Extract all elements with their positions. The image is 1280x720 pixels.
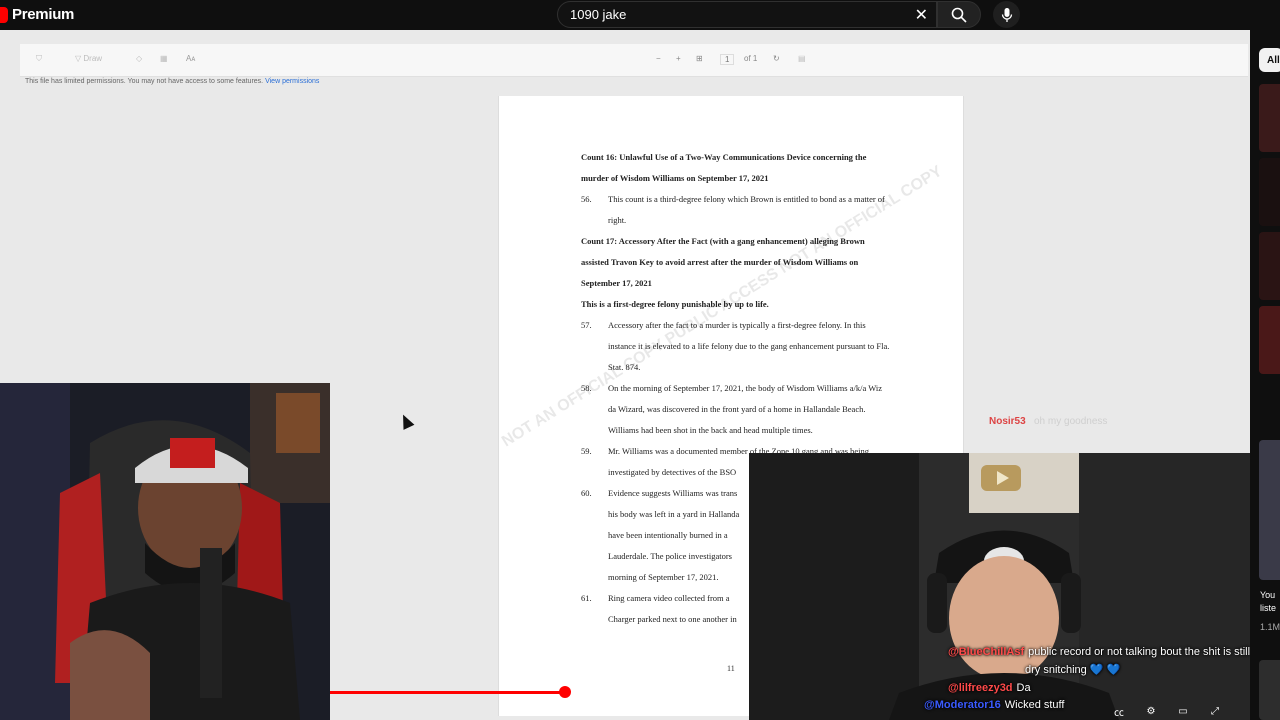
document-line: da Wizard, was discovered in the front y… [608, 404, 866, 414]
mouse-cursor-icon [397, 412, 415, 430]
player-controls: ㏄ ⚙ ▭ ⤢ [1110, 704, 1224, 719]
two-page-icon[interactable]: ▤ [798, 54, 806, 63]
video-thumbnail[interactable] [1259, 232, 1280, 300]
streamer-left-image [0, 383, 330, 720]
mic-icon [1001, 7, 1012, 22]
pdf-viewer-toolbar: ⛉ ▽ Draw ◇ ▦ Aᴀ − + ⊞ 1 of 1 ↻ ▤ [20, 44, 1248, 77]
grid-icon[interactable]: ▦ [160, 54, 168, 63]
fit-page-icon[interactable]: ⊞ [696, 54, 703, 63]
chat-text: Wicked stuff [1004, 699, 1065, 711]
miniplayer-icon[interactable]: ▭ [1174, 704, 1192, 718]
chat-message: @Moderator16 Wicked stuff [924, 699, 1064, 711]
top-bar: Premium 1090 jake ✕ [0, 0, 1280, 30]
paragraph-text: On the morning of September 17, 2021, th… [608, 383, 883, 393]
streamer-right-image [749, 453, 1250, 720]
brand-label: Premium [12, 6, 75, 23]
webcam-left [0, 383, 330, 720]
voice-search-button[interactable] [993, 1, 1020, 28]
page-number: 11 [727, 664, 735, 673]
paragraph-text: Accessory after the fact to a murder is … [608, 320, 866, 330]
progress-fill [330, 691, 565, 694]
document-line: Count 17: Accessory After the Fact (with… [581, 236, 865, 246]
progress-bar[interactable] [330, 686, 749, 698]
document-line: 58. On the morning of September 17, 2021,… [581, 383, 911, 404]
read-aloud-button[interactable]: Aᴀ [186, 54, 195, 63]
paragraph-text: This count is a third-degree felony whic… [608, 194, 885, 204]
search-button[interactable] [937, 1, 981, 28]
filter-icon[interactable]: ⛉ [36, 54, 42, 64]
video-thumbnail[interactable] [1259, 660, 1280, 720]
video-thumbnail[interactable] [1259, 440, 1280, 580]
chip-all[interactable]: All [1259, 48, 1280, 72]
chat-message: @BlueChillAsf public record or not talkin… [948, 646, 1250, 658]
paragraph-number: 56. [581, 194, 592, 204]
paragraph-number: 59. [581, 446, 592, 456]
chat-text: Da [1016, 682, 1031, 694]
document-line: Williams had been shot in the back and h… [608, 425, 813, 435]
document-line: murder of Wisdom Williams on September 1… [581, 173, 769, 183]
rotate-icon[interactable]: ↻ [773, 54, 780, 63]
chat-message: @lilfreezy3d Da [948, 682, 1031, 694]
sidebar-title[interactable]: You [1260, 590, 1275, 600]
notice-text: This file has limited permissions. You m… [25, 78, 264, 85]
youtube-logo-icon [0, 6, 8, 23]
chat-overlay-user: Nosir53 [989, 416, 1026, 427]
video-thumbnail[interactable] [1259, 84, 1280, 152]
chat-username: @lilfreezy3d [948, 682, 1013, 694]
chat-text: public record or not talking bout the sh… [1028, 646, 1251, 658]
document-line: Count 16: Unlawful Use of a Two-Way Comm… [581, 152, 867, 162]
view-permissions-link[interactable]: View permissions [265, 78, 319, 85]
page-number-input[interactable]: 1 [720, 54, 735, 65]
webcam-right [749, 453, 1250, 720]
chat-overlay-text: oh my goodness [1034, 416, 1108, 427]
chat-message: dry snitching 💙 💙 [1025, 663, 1120, 676]
video-thumbnail[interactable] [1259, 306, 1280, 374]
sidebar-views: 1.1M [1260, 622, 1280, 632]
paragraph-text: Evidence suggests Williams was trans [608, 488, 738, 498]
draw-label: Draw [83, 54, 103, 63]
progress-scrubber[interactable] [558, 686, 571, 698]
zoom-in-icon[interactable]: + [676, 54, 681, 63]
chat-username: @Moderator16 [924, 699, 1001, 711]
chat-username: @BlueChillAsf [948, 646, 1025, 658]
fullscreen-icon[interactable]: ⤢ [1206, 704, 1224, 718]
page-total: of 1 [744, 54, 758, 63]
paragraph-number: 57. [581, 320, 592, 330]
erase-icon[interactable]: ◇ [136, 54, 142, 63]
document-line: 57. Accessory after the fact to a murder … [581, 320, 911, 341]
video-thumbnail[interactable] [1259, 158, 1280, 226]
chat-text: dry snitching 💙 💙 [1025, 664, 1121, 676]
paragraph-number: 60. [581, 488, 592, 498]
search-value: 1090 jake [570, 7, 627, 22]
paragraph-number: 61. [581, 593, 592, 603]
search-input[interactable]: 1090 jake ✕ [557, 1, 937, 28]
youtube-premium-logo[interactable]: Premium [0, 6, 74, 23]
search-icon [951, 7, 967, 23]
paragraph-text: Ring camera video collected from a [608, 593, 730, 603]
draw-button[interactable]: ▽ Draw [75, 54, 102, 63]
document-line: assisted Travon Key to avoid arrest afte… [581, 257, 859, 267]
close-icon[interactable]: ✕ [915, 5, 928, 25]
permissions-notice: This file has limited permissions. You m… [25, 78, 319, 85]
zoom-out-icon[interactable]: − [656, 54, 661, 63]
gear-icon[interactable]: ⚙ [1142, 704, 1160, 718]
captions-icon[interactable]: ㏄ [1110, 704, 1128, 719]
sidebar-title[interactable]: liste [1260, 603, 1276, 613]
